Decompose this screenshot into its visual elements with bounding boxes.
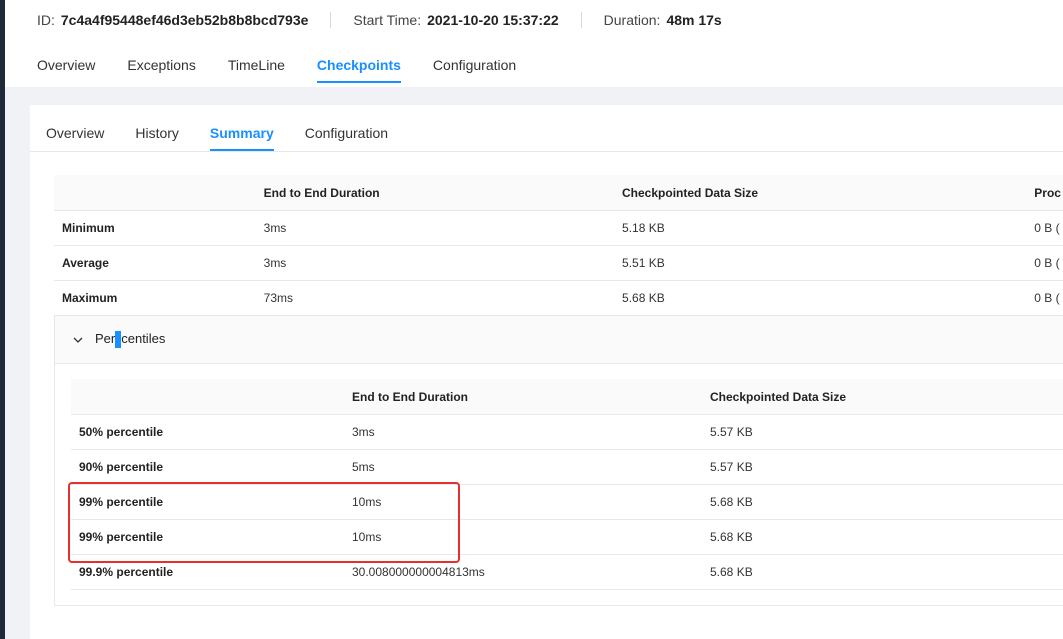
job-id-value: 7c4a4f95448ef46d3eb52b8b8bcd793e [60, 12, 309, 28]
subtab-history[interactable]: History [135, 115, 179, 151]
column-header-duration: End to End Duration [255, 175, 615, 211]
divider [580, 12, 582, 28]
cell-data-size: 5.57 KB [702, 449, 1063, 485]
job-id-label: ID: [37, 12, 55, 28]
table-row: 90% percentile 5ms 5.57 KB [71, 449, 1063, 485]
cell-processed: 0 B ( [1026, 245, 1063, 281]
row-label: 99.9% percentile [71, 554, 344, 590]
cell-processed: 0 B ( [1026, 210, 1063, 246]
table-header-row: End to End Duration Checkpointed Data Si… [71, 379, 1063, 415]
row-label: Maximum [54, 280, 256, 316]
job-header: ID: 7c4a4f95448ef46d3eb52b8b8bcd793e Sta… [5, 0, 1063, 87]
row-label: 99% percentile [71, 519, 344, 555]
column-header [54, 175, 256, 211]
subtab-overview[interactable]: Overview [46, 115, 104, 151]
column-header [71, 379, 344, 415]
column-header-processed: Proc [1026, 175, 1063, 211]
table-row: Minimum 3ms 5.18 KB 0 B ( [54, 210, 1063, 246]
cell-processed: 0 B ( [1026, 280, 1063, 316]
percentiles-title-end: centiles [121, 330, 166, 346]
row-label: 50% percentile [71, 414, 344, 450]
duration-value: 48m 17s [666, 12, 722, 28]
table-header-row: End to End Duration Checkpointed Data Si… [54, 175, 1063, 211]
column-header-data-size: Checkpointed Data Size [702, 379, 1063, 415]
table-row: 99% percentile 10ms 5.68 KB [71, 484, 1063, 520]
cell-data-size: 5.68 KB [702, 519, 1063, 555]
tab-overview[interactable]: Overview [37, 47, 95, 83]
start-time: Start Time: 2021-10-20 15:37:22 [353, 12, 558, 28]
table-row: 99% percentile 10ms 5.68 KB [71, 519, 1063, 555]
cell-duration: 3ms [344, 414, 702, 450]
cell-data-size: 5.51 KB [614, 245, 1027, 281]
percentiles-table: End to End Duration Checkpointed Data Si… [71, 379, 1063, 590]
cell-duration: 73ms [255, 280, 615, 316]
checkpoints-panel: Overview History Summary Configuration E… [30, 105, 1063, 639]
cell-data-size: 5.68 KB [702, 484, 1063, 520]
cell-data-size: 5.68 KB [614, 280, 1027, 316]
cell-data-size: 5.68 KB [702, 554, 1063, 590]
row-label: 99% percentile [71, 484, 344, 520]
tab-timeline[interactable]: TimeLine [228, 47, 285, 83]
tab-configuration[interactable]: Configuration [433, 47, 516, 83]
cell-duration: 3ms [255, 245, 615, 281]
tab-exceptions[interactable]: Exceptions [127, 47, 195, 83]
duration-label: Duration: [603, 12, 661, 28]
summary-table: End to End Duration Checkpointed Data Si… [54, 175, 1063, 316]
duration: Duration: 48m 17s [604, 12, 722, 28]
chevron-down-icon[interactable] [73, 335, 83, 345]
table-row: Maximum 73ms 5.68 KB 0 B ( [54, 280, 1063, 316]
job-id: ID: 7c4a4f95448ef46d3eb52b8b8bcd793e [37, 12, 308, 28]
subtab-summary[interactable]: Summary [209, 115, 274, 151]
job-info-row: ID: 7c4a4f95448ef46d3eb52b8b8bcd793e Sta… [37, 10, 722, 30]
column-header-duration: End to End Duration [344, 379, 702, 415]
row-label: Average [54, 245, 256, 281]
cell-duration: 30.008000000004813ms [344, 554, 702, 590]
cell-duration: 5ms [344, 449, 702, 485]
tab-checkpoints[interactable]: Checkpoints [316, 47, 401, 83]
percentiles-title: Per centiles [95, 330, 166, 349]
table-row: 50% percentile 3ms 5.57 KB [71, 414, 1063, 450]
percentiles-collapse-header[interactable]: Per centiles [55, 315, 1063, 364]
column-header-data-size: Checkpointed Data Size [614, 175, 1027, 211]
start-time-label: Start Time: [353, 12, 422, 28]
cell-duration: 10ms [344, 519, 702, 555]
divider [330, 12, 332, 28]
row-label: 90% percentile [71, 449, 344, 485]
subtab-configuration[interactable]: Configuration [305, 115, 388, 151]
cell-duration: 3ms [255, 210, 615, 246]
subtab-divider [30, 151, 1063, 152]
percentiles-title-start: Per [95, 330, 116, 346]
row-label: Minimum [54, 210, 256, 246]
left-edge-bar [0, 0, 5, 639]
start-time-value: 2021-10-20 15:37:22 [427, 12, 559, 28]
cell-data-size: 5.18 KB [614, 210, 1027, 246]
table-row: Average 3ms 5.51 KB 0 B ( [54, 245, 1063, 281]
cell-data-size: 5.57 KB [702, 414, 1063, 450]
checkpoint-subtabs: Overview History Summary Configuration [46, 115, 419, 151]
table-row: 99.9% percentile 30.008000000004813ms 5.… [71, 554, 1063, 590]
job-tabs: Overview Exceptions TimeLine Checkpoints… [37, 47, 548, 83]
cell-duration: 10ms [344, 484, 702, 520]
